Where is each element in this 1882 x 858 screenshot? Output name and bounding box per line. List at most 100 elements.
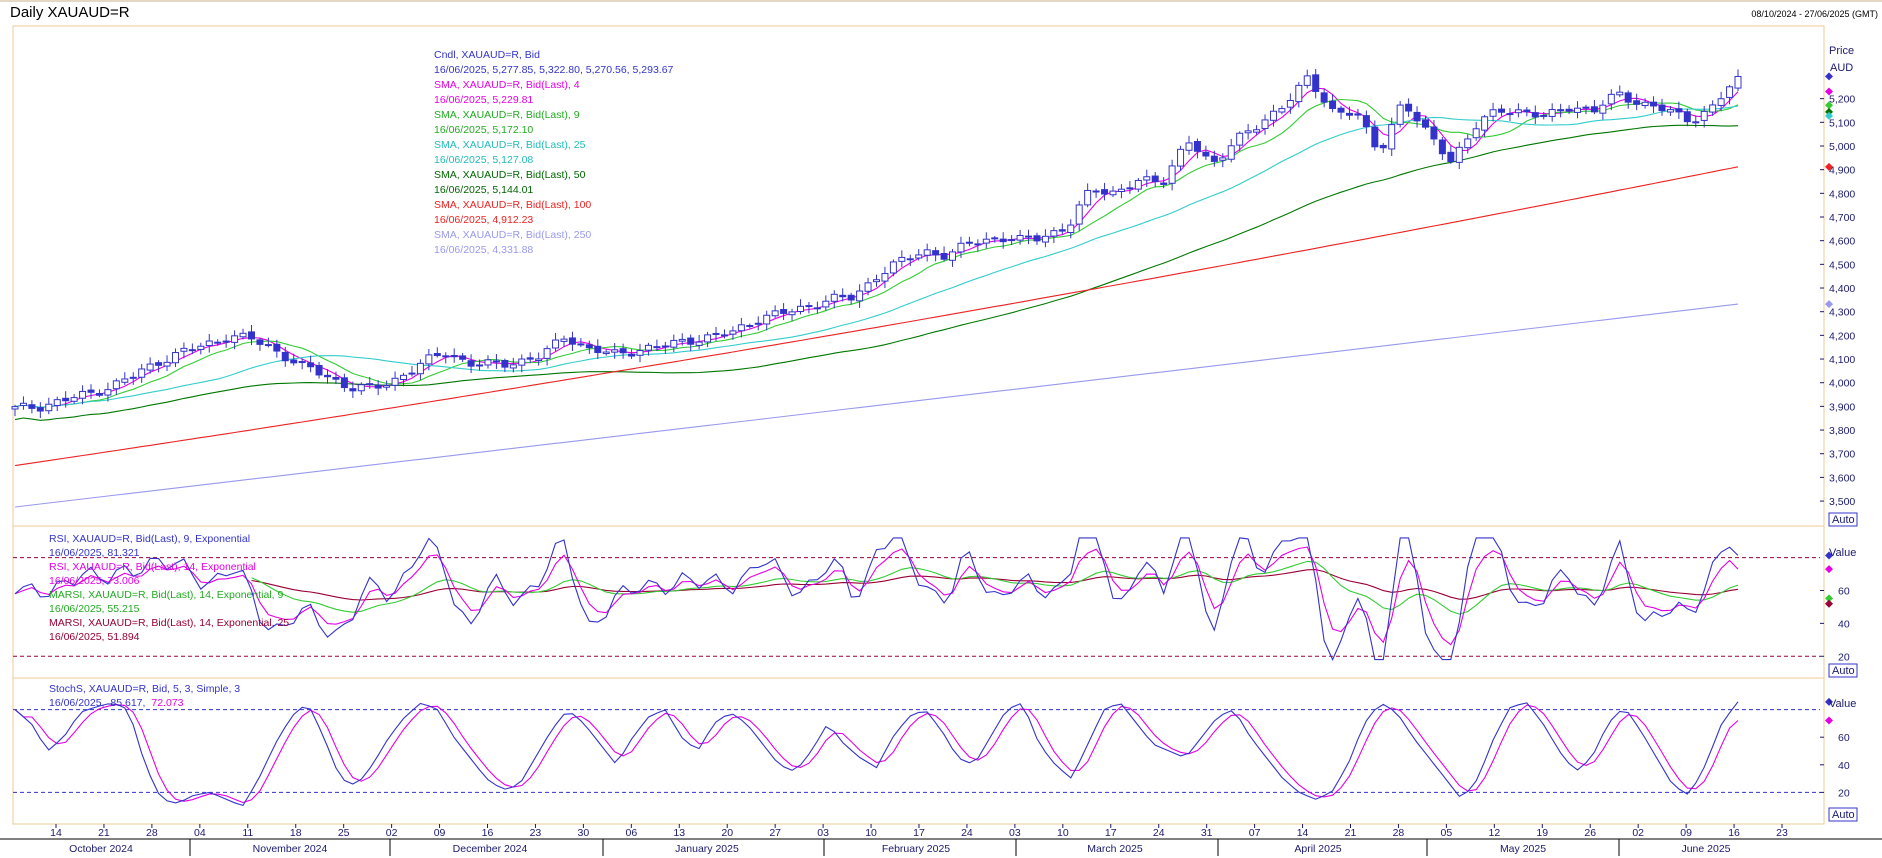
candle (805, 301, 813, 314)
x-month-label: March 2025 (1087, 843, 1143, 855)
candle (873, 274, 880, 287)
x-day-tick-label: 27 (769, 827, 781, 839)
stoch-auto-button[interactable]: Auto (1828, 807, 1858, 822)
candle (1075, 200, 1083, 231)
candle (121, 372, 129, 386)
x-day-tick-label: 16 (482, 827, 494, 839)
x-day-tick-label: 21 (1345, 827, 1357, 839)
stoch-panel[interactable] (12, 677, 1825, 825)
candle (746, 323, 754, 329)
candle (1633, 93, 1641, 111)
legend-sma50-name: SMA, XAUAUD=R, Bid(Last), 50 (434, 169, 586, 181)
candle (95, 389, 103, 398)
price-tick-label: 3,900 (1829, 401, 1855, 413)
price-tick-label: 4,100 (1829, 354, 1855, 366)
chart-canvas[interactable]: 3,500 3,600 3,700 3,800 3,900 4,000 4,100 4,200… (0, 0, 1882, 858)
candle (28, 400, 36, 414)
candle (602, 349, 610, 356)
candle (594, 339, 602, 360)
x-day-tick-label: 25 (338, 827, 350, 839)
candle (813, 301, 821, 314)
candle (982, 232, 990, 249)
sma-250-line (14, 303, 1739, 508)
rsi-auto-button[interactable]: Auto (1828, 663, 1858, 678)
candle (847, 292, 855, 305)
x-day-tick-label: 06 (625, 827, 637, 839)
candle (1362, 110, 1370, 134)
candle (79, 385, 87, 405)
candle (36, 402, 44, 419)
candle (315, 361, 323, 379)
legend-sma100-name: SMA, XAUAUD=R, Bid(Last), 100 (434, 199, 591, 211)
legend-marsi25-value: 16/06/2025, 51.894 (49, 631, 140, 643)
marsi-25-line (251, 569, 1739, 601)
candle (881, 266, 889, 289)
stoch-auto-label: Auto (1832, 809, 1855, 821)
price-tick-label: 5,100 (1829, 117, 1855, 129)
x-day-tick-label: 26 (1584, 827, 1596, 839)
candle (450, 348, 458, 363)
legend-sma4-name: SMA, XAUAUD=R, Bid(Last), 4 (434, 79, 580, 91)
candle (1447, 145, 1455, 164)
price-panel[interactable] (12, 25, 1825, 527)
candle (535, 352, 543, 366)
price-tick-label: 4,500 (1829, 259, 1855, 271)
candle (1041, 229, 1049, 248)
stoch-axis-label: Value (1829, 698, 1856, 710)
candle (788, 308, 796, 321)
candle (1337, 105, 1345, 120)
price-tick-label: 3,600 (1829, 472, 1855, 484)
candle (771, 305, 779, 318)
price-tick-label: 4,000 (1829, 378, 1855, 390)
legend-sma4-value: 16/06/2025, 5,229.81 (434, 94, 533, 106)
price-legend: Cndl, XAUAUD=R, Bid 16/06/2025, 5,277.85… (434, 49, 674, 256)
x-day-tick-label: 24 (961, 827, 973, 839)
price-auto-button[interactable]: Auto (1828, 512, 1858, 527)
candle (425, 348, 433, 371)
candle (1514, 103, 1522, 118)
candle (1523, 106, 1531, 117)
candle (1227, 138, 1235, 163)
x-month-label: December 2024 (453, 843, 528, 855)
candle (1050, 227, 1058, 244)
candle (687, 334, 695, 352)
candle (1185, 135, 1193, 155)
legend-rsi9-value: 16/06/2025, 81.321 (49, 547, 140, 559)
stoch-d-line (14, 704, 1739, 804)
candle (138, 363, 146, 383)
candle (1531, 105, 1539, 125)
candle (636, 343, 644, 363)
candle (383, 380, 391, 391)
candle (1590, 100, 1598, 115)
legend-stoch-k-value: 85.617, (110, 697, 145, 709)
candle (340, 373, 348, 392)
candle (281, 346, 289, 367)
candle (1455, 141, 1463, 170)
x-day-tick-label: 28 (1393, 827, 1405, 839)
candle (1261, 114, 1269, 135)
candle (171, 348, 179, 368)
candle (1726, 84, 1734, 105)
candle (628, 349, 636, 359)
legend-sma250-name: SMA, XAUAUD=R, Bid(Last), 250 (434, 229, 591, 241)
candle (1574, 101, 1582, 119)
candle (19, 396, 27, 410)
candle (1438, 137, 1446, 161)
candle (856, 284, 864, 308)
x-day-tick-label: 10 (1057, 827, 1069, 839)
x-month-label: May 2025 (1500, 843, 1546, 855)
rsi-panel[interactable] (12, 525, 1825, 679)
candle (70, 394, 78, 404)
legend-stoch-date: 16/06/2025, (49, 697, 104, 709)
price-axis-unit: AUD (1830, 62, 1853, 74)
x-day-tick-label: 02 (1632, 827, 1644, 839)
x-day-tick-label: 14 (50, 827, 62, 839)
candle (416, 359, 424, 380)
price-tick-label: 4,600 (1829, 236, 1855, 248)
candle (1498, 104, 1506, 117)
price-tick-label: 4,800 (1829, 188, 1855, 200)
x-month-label: January 2025 (675, 843, 739, 855)
x-day-tick-label: 03 (1009, 827, 1021, 839)
price-auto-label: Auto (1832, 514, 1855, 526)
candle (1177, 145, 1185, 171)
